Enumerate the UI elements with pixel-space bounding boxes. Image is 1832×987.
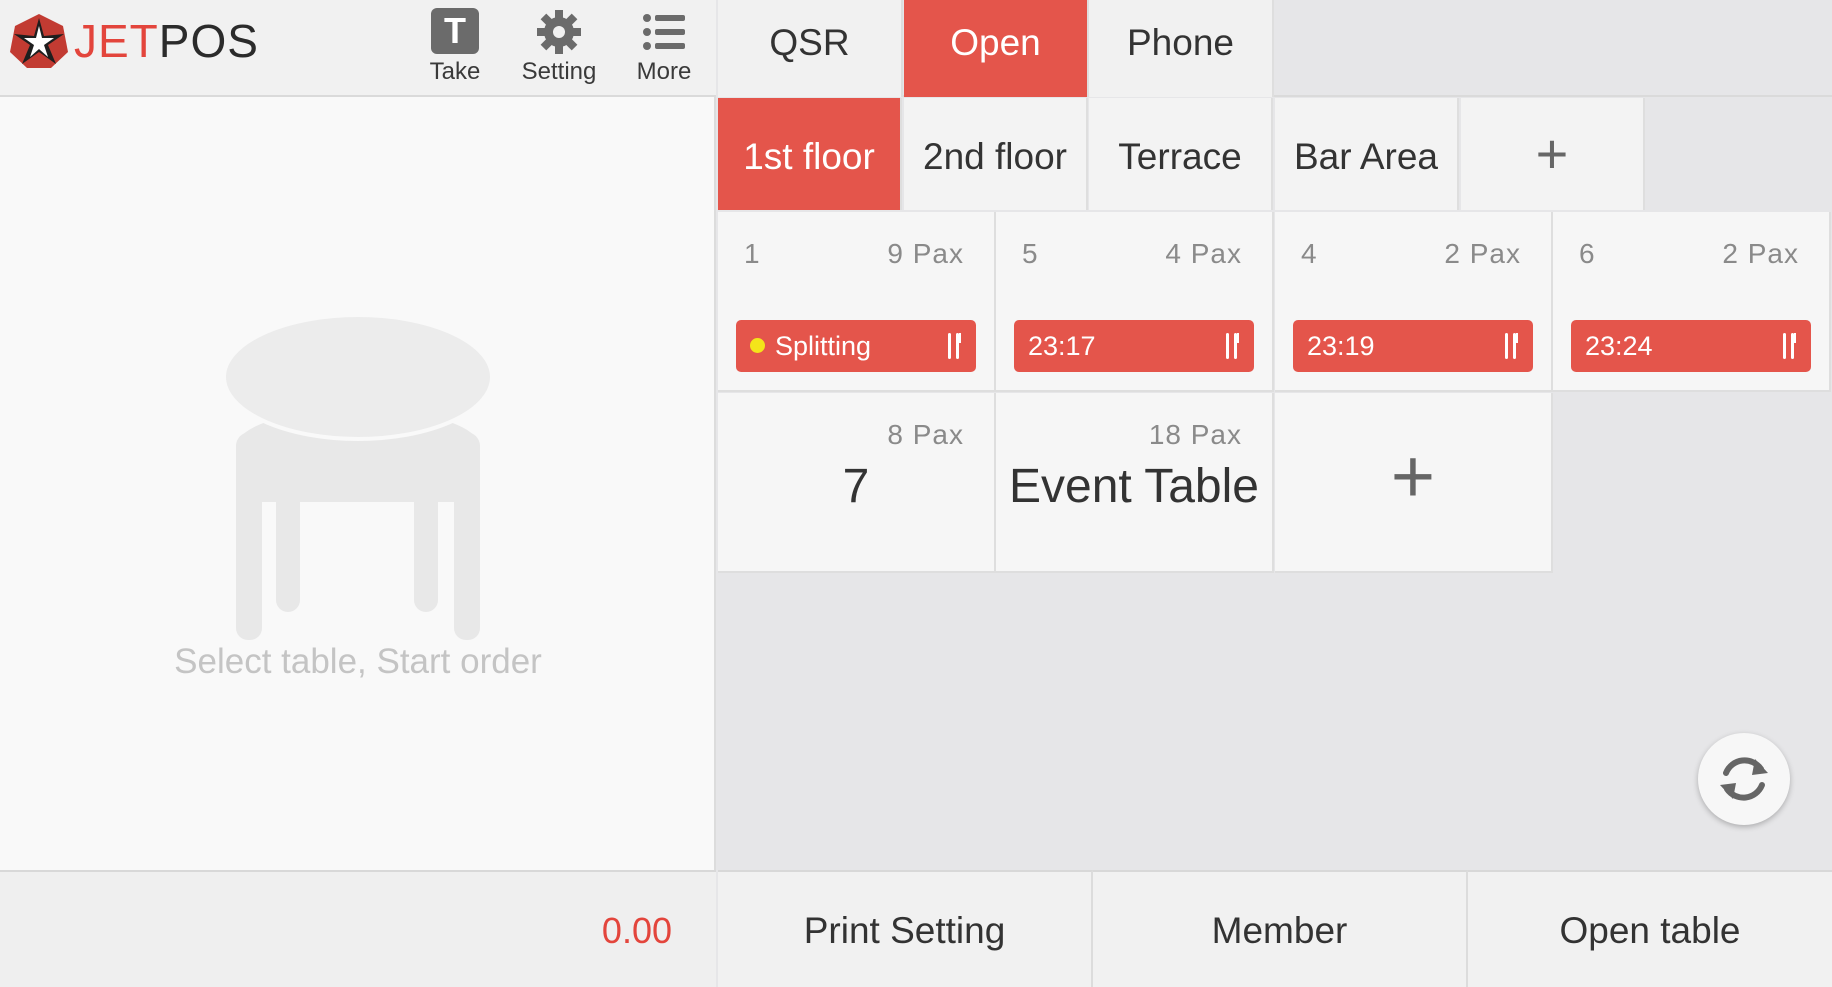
cutlery-icon bbox=[1226, 333, 1239, 359]
take-button[interactable]: T Take bbox=[405, 4, 505, 92]
refresh-icon bbox=[1720, 757, 1768, 801]
plus-icon: + bbox=[1390, 434, 1436, 519]
more-label: More bbox=[636, 58, 692, 85]
floor-tab-terrace[interactable]: Terrace bbox=[1089, 98, 1273, 210]
refresh-button[interactable] bbox=[1698, 733, 1790, 825]
setting-label: Setting bbox=[521, 58, 597, 85]
cutlery-icon bbox=[1505, 333, 1518, 359]
cutlery-icon bbox=[948, 333, 961, 359]
table-pax: 4 Pax bbox=[1165, 238, 1242, 269]
add-floor-button[interactable]: + bbox=[1461, 98, 1645, 210]
table-status-badge: Splitting bbox=[736, 320, 976, 372]
table-card-1[interactable]: 1 9 Pax Splitting bbox=[718, 212, 996, 392]
table-number: 1 bbox=[744, 238, 760, 269]
table-card-4[interactable]: 4 2 Pax 23:19 bbox=[1275, 212, 1553, 392]
table-status-badge: 23:19 bbox=[1293, 320, 1533, 372]
table-status-text: 23:17 bbox=[1028, 331, 1096, 361]
tab-phone[interactable]: Phone bbox=[1089, 0, 1274, 97]
add-table-button[interactable]: + bbox=[1275, 393, 1553, 573]
table-card-event-table[interactable]: 18 Pax Event Table bbox=[996, 393, 1274, 573]
table-status-text: 23:24 bbox=[1585, 331, 1653, 361]
brand-logo-text: JETPOS bbox=[74, 14, 259, 68]
print-setting-button[interactable]: Print Setting bbox=[718, 870, 1093, 987]
table-name: Event Table bbox=[1009, 460, 1259, 513]
setting-button[interactable]: Setting bbox=[509, 4, 609, 92]
list-menu-icon bbox=[643, 14, 685, 50]
floor-tab-bar-area[interactable]: Bar Area bbox=[1275, 98, 1459, 210]
table-status-text: 23:19 bbox=[1307, 331, 1375, 361]
brand-name-jet: JET bbox=[74, 15, 159, 67]
brand-name-pos: POS bbox=[158, 15, 259, 67]
table-number: 4 bbox=[1301, 238, 1317, 269]
table-status-badge: 23:17 bbox=[1014, 320, 1254, 372]
table-card-5[interactable]: 5 4 Pax 23:17 bbox=[996, 212, 1274, 392]
table-status-text: Splitting bbox=[775, 331, 872, 361]
tab-open-table[interactable]: Open Table bbox=[904, 0, 1089, 149]
table-pax: 8 Pax bbox=[887, 419, 964, 450]
member-button[interactable]: Member bbox=[1093, 870, 1468, 987]
table-pax: 18 Pax bbox=[1148, 419, 1242, 450]
jetpos-logo-icon bbox=[10, 14, 68, 68]
splitting-dot-icon bbox=[750, 338, 765, 354]
table-pax: 9 Pax bbox=[887, 238, 964, 269]
more-button[interactable]: More bbox=[614, 4, 714, 92]
cutlery-icon bbox=[1783, 333, 1796, 359]
table-card-7[interactable]: 8 Pax 7 bbox=[718, 393, 996, 573]
open-table-button[interactable]: Open table bbox=[1468, 870, 1832, 987]
floor-tab-2nd-floor[interactable]: 2nd floor bbox=[904, 98, 1088, 210]
tab-qsr[interactable]: QSR bbox=[718, 0, 903, 97]
table-pax: 2 Pax bbox=[1444, 238, 1521, 269]
table-number: 5 bbox=[1022, 238, 1038, 269]
placeholder-text: Select table, Start order bbox=[174, 642, 542, 681]
table-placeholder-icon bbox=[222, 313, 494, 640]
table-pax: 2 Pax bbox=[1722, 238, 1799, 269]
table-status-badge: 23:24 bbox=[1571, 320, 1811, 372]
top-toolbar: JETPOS T Take Setting More bbox=[0, 0, 716, 97]
floor-tab-1st-floor[interactable]: 1st floor bbox=[718, 98, 902, 210]
table-name: 7 bbox=[842, 460, 870, 513]
total-bar: 0.00 bbox=[0, 870, 716, 987]
table-card-6[interactable]: 6 2 Pax 23:24 bbox=[1553, 212, 1831, 392]
order-total: 0.00 bbox=[601, 910, 672, 951]
take-label: Take bbox=[429, 58, 481, 85]
table-number: 6 bbox=[1579, 238, 1595, 269]
gear-icon bbox=[537, 10, 581, 54]
take-icon: T bbox=[431, 8, 479, 54]
